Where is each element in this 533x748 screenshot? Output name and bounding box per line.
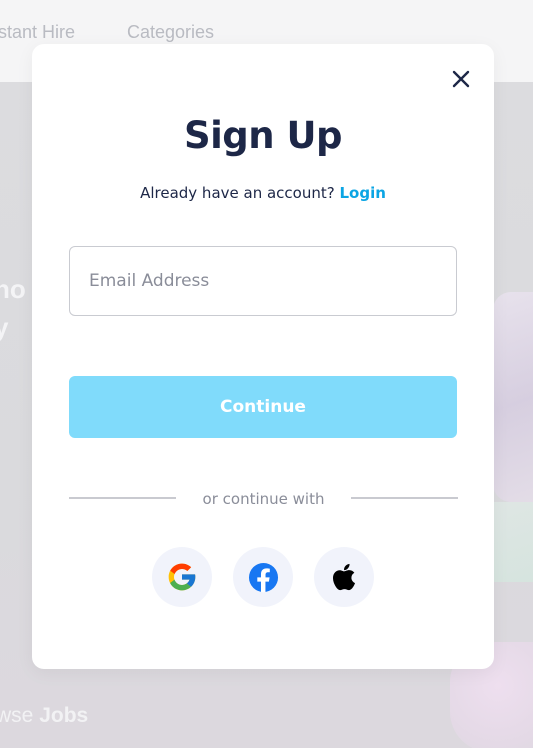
email-field[interactable] xyxy=(69,246,457,316)
continue-button[interactable]: Continue xyxy=(69,376,457,438)
login-prompt: Already have an account? Login xyxy=(32,184,494,202)
sign-up-modal: Sign Up Already have an account? Login C… xyxy=(32,44,494,669)
apple-icon xyxy=(332,563,356,591)
nav-item-instant-hire: stant Hire xyxy=(0,22,76,42)
login-link[interactable]: Login xyxy=(339,184,385,202)
divider-text: or continue with xyxy=(202,490,325,508)
page-title: Sign Up xyxy=(183,114,343,157)
hero-illustration xyxy=(493,292,533,502)
apple-login-button[interactable] xyxy=(314,547,374,607)
close-button[interactable] xyxy=(450,68,472,90)
facebook-login-button[interactable] xyxy=(233,547,293,607)
google-icon xyxy=(168,563,196,591)
login-prompt-text: Already have an account? xyxy=(140,184,335,202)
close-icon xyxy=(452,70,470,88)
browse-prefix: wse xyxy=(0,704,34,727)
divider-right xyxy=(351,497,458,499)
facebook-icon xyxy=(248,562,278,592)
google-login-button[interactable] xyxy=(152,547,212,607)
nav-item-categories: Categories xyxy=(127,22,215,42)
browse-jobs-bold: Jobs xyxy=(39,704,89,727)
hero-heading-line-1: no xyxy=(0,274,26,304)
browse-jobs-heading: wse Jobs xyxy=(0,704,88,728)
divider-left xyxy=(69,497,176,499)
hero-heading-line-2: y xyxy=(0,312,9,342)
